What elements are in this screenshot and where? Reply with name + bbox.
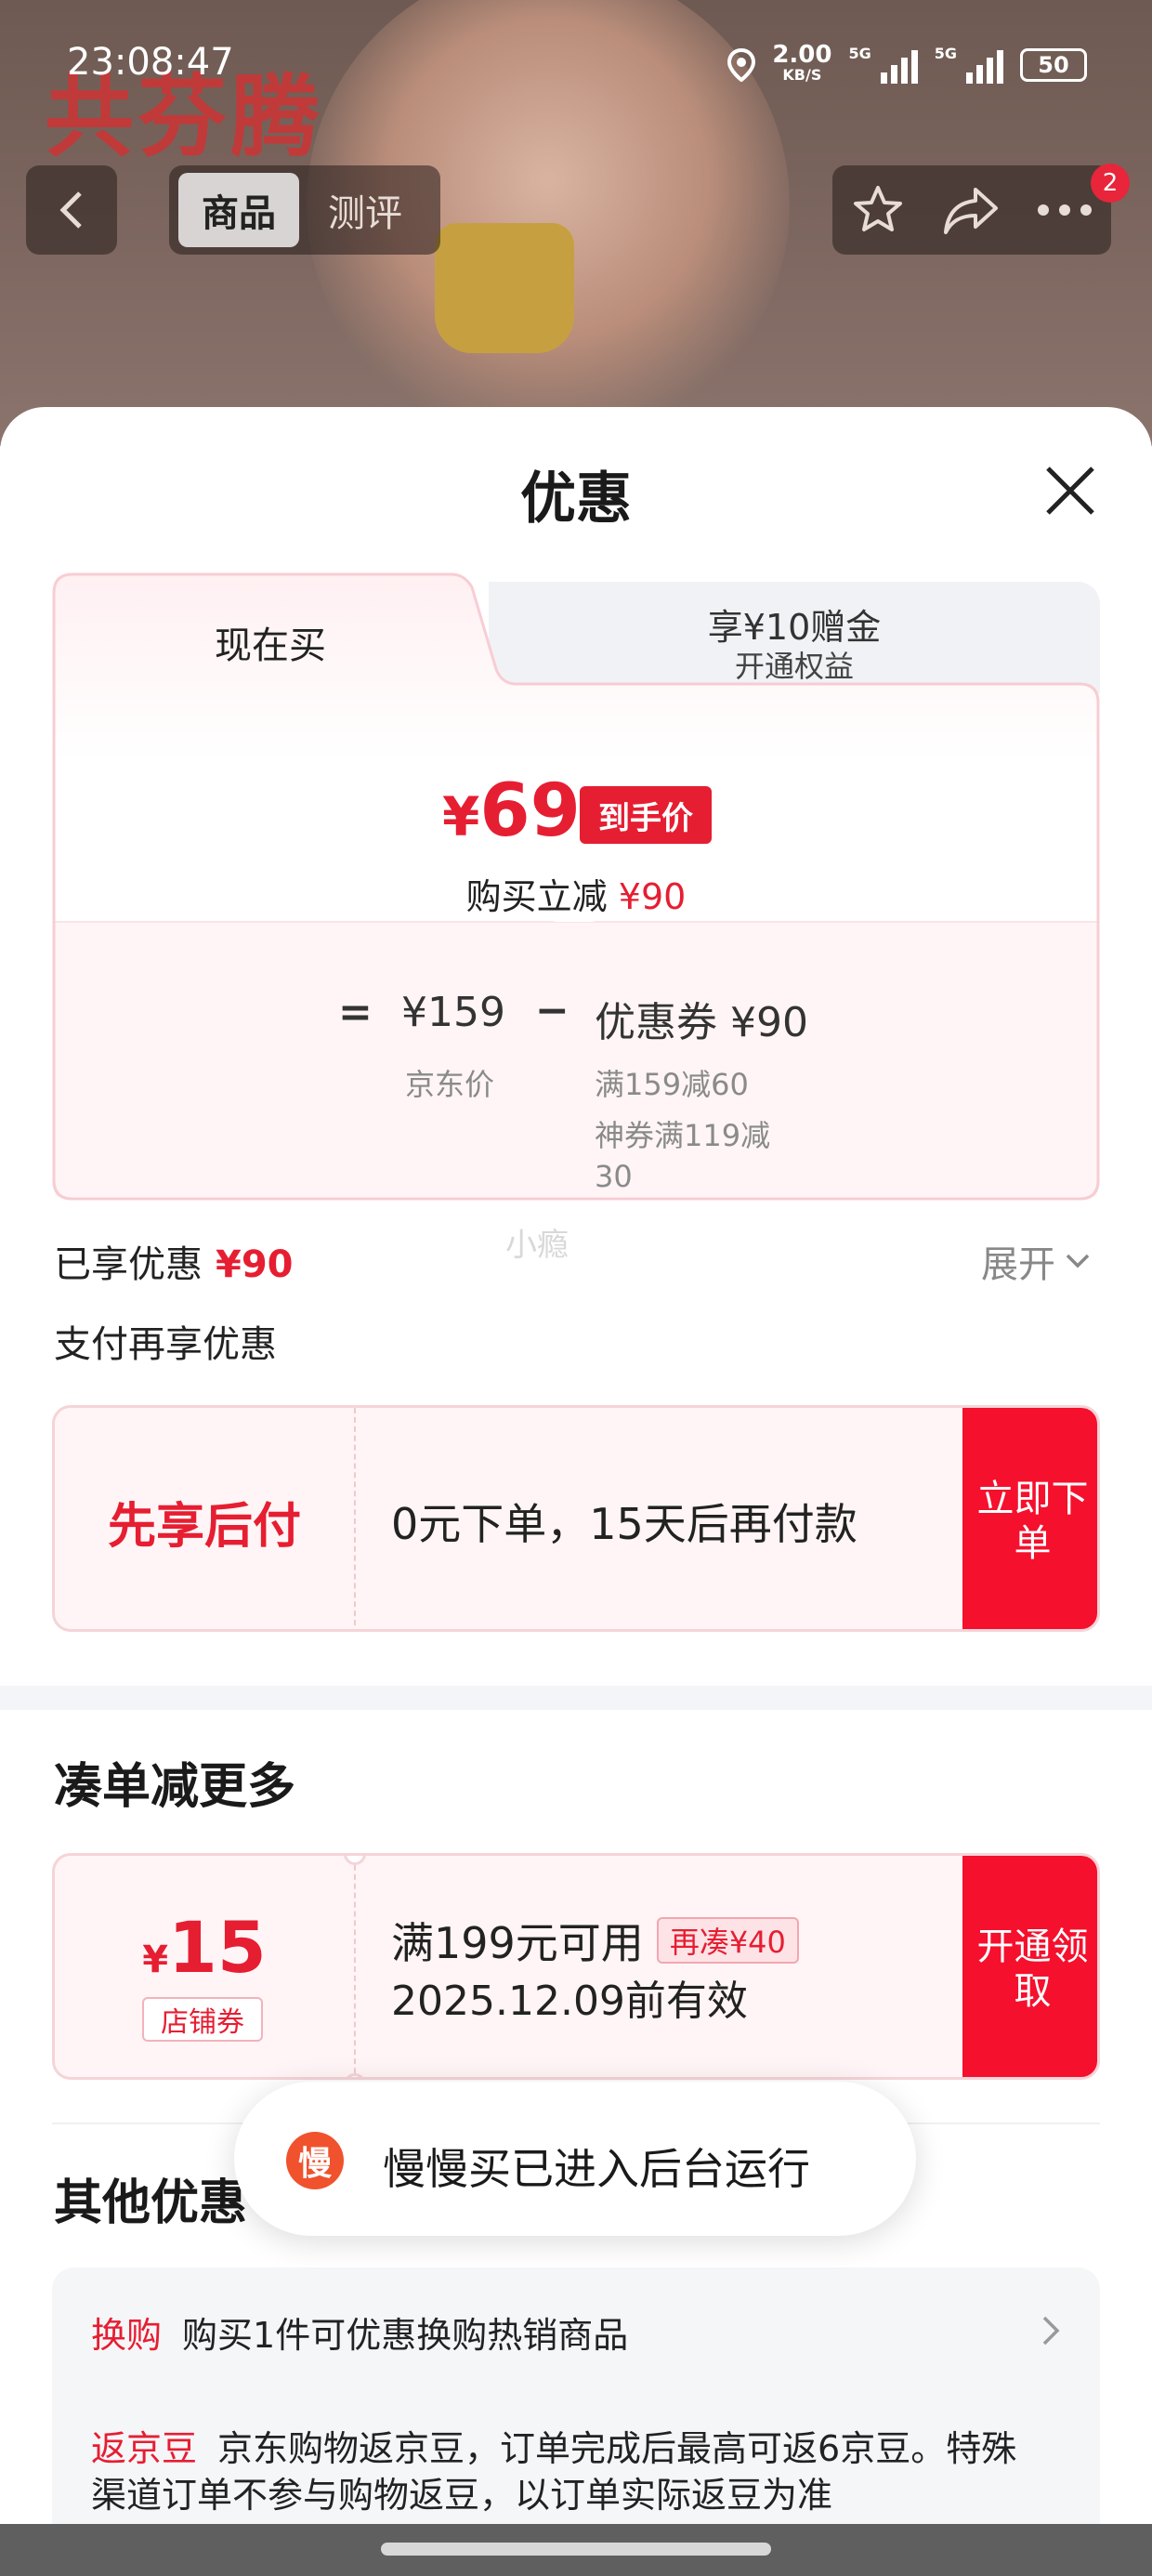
background-toast: 慢 慢慢买已进入后台运行 [234, 2082, 916, 2236]
battery-icon: 50 [1020, 48, 1087, 82]
calc-equals: = [338, 989, 373, 1036]
status-bar: 23:08:47 2.00 KB/S 5G 5G 50 [0, 41, 1152, 97]
coupon-condition: 满199元可用 再凑¥40 [391, 1910, 799, 1971]
status-time: 23:08:47 [67, 41, 234, 84]
coupon-rule-1: 满159减60 [595, 1067, 749, 1102]
sheet-title: 优惠 [520, 467, 632, 532]
order-now-button[interactable]: 立即下单 [962, 1408, 1097, 1629]
share-icon[interactable] [942, 184, 1000, 236]
coupon-expiry: 2025.12.09前有效 [391, 1978, 748, 2025]
status-icons: 2.00 KB/S 5G 5G 50 [727, 41, 1087, 85]
pay-later-card[interactable]: 先享后付 0元下单，15天后再付款 立即下单 [52, 1405, 1100, 1632]
tab-goods[interactable]: 商品 [178, 173, 299, 247]
final-price: ¥69 [442, 769, 581, 853]
coupon-amount: ¥15 [142, 1906, 267, 1989]
final-price-tag: 到手价 [580, 786, 712, 844]
chevron-right-icon[interactable] [1037, 2312, 1065, 2349]
chevron-down-icon [1066, 1254, 1090, 1268]
product-actions [832, 165, 1111, 255]
dashed-divider [354, 1408, 356, 1629]
section-divider [0, 1686, 1152, 1710]
store-coupon-card[interactable]: ¥15 店铺券 满199元可用 再凑¥40 2025.12.09前有效 开通领取 [52, 1853, 1100, 2080]
offer-tag: 换购 [91, 2315, 163, 2356]
favorite-star-icon[interactable] [850, 182, 906, 238]
instant-discount: 购买立减 ¥90 [465, 876, 687, 917]
message-count-badge: 2 [1091, 164, 1130, 203]
more-icon[interactable] [1036, 203, 1093, 217]
offer-text: 购买1件可优惠换购热销商品 [182, 2315, 629, 2356]
close-icon[interactable] [1041, 461, 1100, 520]
pay-later-title: 先享后付 [107, 1498, 301, 1555]
product-tabs: 商品 测评 [169, 165, 440, 255]
back-button[interactable] [26, 165, 117, 255]
jd-price-label: 京东价 [405, 1067, 495, 1102]
watermark: 小瘾 [505, 1227, 569, 1264]
toast-message: 慢慢买已进入后台运行 [383, 2144, 810, 2194]
screen: 共芬腾 23:08:47 2.00 KB/S 5G 5G 50 商品 测评 2 … [0, 0, 1152, 2576]
signal-icon-2 [966, 46, 1003, 84]
coupon-total: 优惠券 ¥90 [595, 999, 808, 1046]
expand-button[interactable]: 展开 [981, 1234, 1091, 1288]
tab-reviews[interactable]: 测评 [305, 173, 425, 247]
pay-more-title: 支付再享优惠 [54, 1323, 277, 1366]
chevron-left-icon [59, 191, 82, 229]
calc-minus: − [535, 987, 569, 1034]
section-more-title: 凑单减更多 [54, 1759, 296, 1815]
offer-tag: 返京豆 [91, 2428, 198, 2469]
section-other-title: 其他优惠 [54, 2175, 248, 2231]
enjoyed-discount: 已享优惠 ¥90 [54, 1243, 294, 1286]
pay-later-desc: 0元下单，15天后再付款 [391, 1499, 857, 1549]
product-mug [435, 223, 574, 353]
tab-buy-now[interactable]: 现在买 [52, 615, 489, 669]
offer-jd-beans: 返京豆 京东购物返京豆，订单完成后最高可返6京豆。特殊渠道订单不参与购物返豆，以订… [91, 2425, 1039, 2518]
offer-text: 京东购物返京豆，订单完成后最高可返6京豆。特殊渠道订单不参与购物返豆，以订单实际… [91, 2428, 1017, 2516]
coupon-value: ¥15 店铺券 [55, 1856, 354, 2077]
signal-icon [880, 46, 918, 84]
offer-trade-up[interactable]: 换购 购买1件可优惠换购热销商品 [91, 2307, 1057, 2358]
home-gesture-handle[interactable] [381, 2543, 771, 2556]
coupon-type-badge: 店铺券 [142, 1997, 263, 2042]
jd-price: ¥159 [401, 989, 505, 1036]
price-breakdown-card: 享¥10赠金 开通权益 现在买 ¥69 到手价 购买立减 ¥90 = ¥159 … [52, 572, 1100, 1201]
coupon-rule-2: 神券满119减30 [595, 1118, 771, 1194]
network-type-1: 5G [848, 45, 871, 62]
add-more-tag: 再凑¥40 [656, 1917, 799, 1964]
dashed-divider [354, 1856, 356, 2077]
claim-coupon-button[interactable]: 开通领取 [962, 1856, 1097, 2077]
network-type-2: 5G [934, 45, 957, 62]
app-icon: 慢 [286, 2132, 344, 2189]
location-icon [727, 48, 756, 82]
network-speed: 2.00 KB/S [772, 41, 832, 84]
